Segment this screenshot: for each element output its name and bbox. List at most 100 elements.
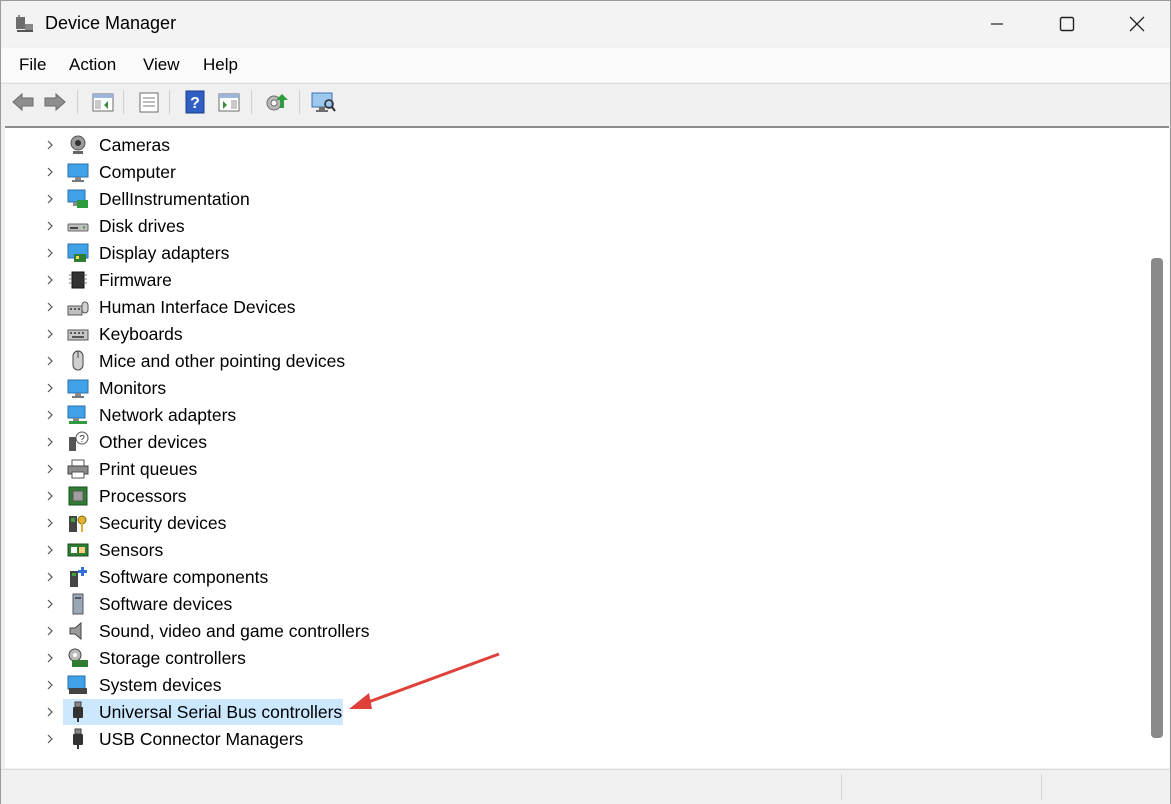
tree-item-label: Network adapters [99,405,237,425]
chevron-right-icon[interactable] [45,194,55,204]
tree-item-label: Sound, video and game controllers [99,621,370,641]
chevron-right-icon[interactable] [45,329,55,339]
properties-button[interactable] [135,88,163,116]
chevron-right-icon[interactable] [45,167,55,177]
chevron-right-icon[interactable] [45,383,55,393]
chevron-right-icon[interactable] [45,491,55,501]
tree-item[interactable]: Storage controllers [5,645,1145,672]
update-driver-button[interactable] [263,88,291,116]
processor-icon [68,486,88,506]
network-adapter-icon [67,405,87,424]
chevron-right-icon[interactable] [45,572,55,582]
tree-item-label: Universal Serial Bus controllers [99,702,343,722]
tree-item[interactable]: DellInstrumentation [5,186,1145,213]
back-button[interactable] [9,88,37,116]
action-pane-button[interactable] [215,88,243,116]
chevron-right-icon[interactable] [45,437,55,447]
tree-item-label: Other devices [99,432,207,452]
tree-item[interactable]: ? Other devices [5,429,1145,456]
scan-hardware-button[interactable] [309,88,337,116]
tree-item[interactable]: Display adapters [5,240,1145,267]
close-button[interactable] [1102,1,1171,47]
tree-item[interactable]: USB Connector Managers [5,726,1145,753]
chevron-right-icon[interactable] [45,356,55,366]
tree-item[interactable]: Universal Serial Bus controllers [5,699,1145,726]
tree-item-label: Storage controllers [99,648,246,668]
disk-drive-icon [67,223,89,232]
menu-action[interactable]: Action [67,55,118,75]
tree-item[interactable]: Firmware [5,267,1145,294]
toolbar-separator [169,90,170,114]
tree-item[interactable]: Sound, video and game controllers [5,618,1145,645]
show-hide-console-tree-icon [92,93,114,112]
usb-icon [73,701,83,722]
tree-item[interactable]: Cameras [5,132,1145,159]
chevron-right-icon[interactable] [45,302,55,312]
chip-icon [69,271,87,289]
show-hide-console-tree-button[interactable] [89,88,117,116]
device-manager-app-icon [16,15,33,32]
chevron-right-icon[interactable] [45,545,55,555]
status-divider [1041,774,1042,800]
monitor-icon [67,379,89,398]
chevron-right-icon[interactable] [45,518,55,528]
tree-item-label: Disk drives [99,216,185,236]
chevron-right-icon[interactable] [45,626,55,636]
properties-icon [139,92,159,113]
chevron-right-icon[interactable] [45,248,55,258]
title-bar[interactable]: Device Manager [1,1,1170,47]
menu-help[interactable]: Help [201,55,240,75]
tree-item[interactable]: Software devices [5,591,1145,618]
tree-item[interactable]: Mice and other pointing devices [5,348,1145,375]
toolbar-separator [251,90,252,114]
chevron-right-icon[interactable] [45,410,55,420]
tree-item[interactable]: Network adapters [5,402,1145,429]
tree-item-label: Human Interface Devices [99,297,296,317]
tree-item[interactable]: Keyboards [5,321,1145,348]
menu-bar: File Action View Help [1,48,1170,82]
chevron-right-icon[interactable] [45,464,55,474]
device-tree-pane[interactable]: Cameras Computer DellInstrumentation Disk d… [5,126,1169,768]
tree-item[interactable]: Disk drives [5,213,1145,240]
tree-item-label: System devices [99,675,222,695]
maximize-icon [1059,16,1075,32]
tree-item[interactable]: System devices [5,672,1145,699]
tree-item-label: Firmware [99,270,172,290]
menu-file[interactable]: File [17,55,48,75]
chevron-right-icon[interactable] [45,707,55,717]
minimize-icon [991,23,1003,25]
maximize-button[interactable] [1032,1,1102,47]
help-button[interactable]: ? [181,88,209,116]
chevron-right-icon[interactable] [45,734,55,744]
menu-view[interactable]: View [141,55,182,75]
tree-item-label: Cameras [99,135,170,155]
tree-item-label: Monitors [99,378,167,398]
vertical-scrollbar[interactable] [1151,258,1163,738]
chevron-right-icon[interactable] [45,680,55,690]
tree-item[interactable]: Print queues [5,456,1145,483]
tree-item[interactable]: Security devices [5,510,1145,537]
tree-item-label: USB Connector Managers [99,729,304,749]
annotation-arrow [349,652,500,709]
tree-item[interactable]: Processors [5,483,1145,510]
device-manager-window: Device Manager File Action View Help ? C… [0,0,1171,804]
forward-button[interactable] [41,88,69,116]
action-pane-icon [218,93,240,112]
hid-icon [67,301,89,316]
tree-item[interactable]: Monitors [5,375,1145,402]
tree-item-label: Print queues [99,459,198,479]
chevron-right-icon[interactable] [45,599,55,609]
forward-icon [44,92,66,112]
tree-item[interactable]: Human Interface Devices [5,294,1145,321]
tree-item[interactable]: Computer [5,159,1145,186]
minimize-button[interactable] [962,1,1032,47]
help-icon: ? [185,90,205,114]
chevron-right-icon[interactable] [45,221,55,231]
svg-text:?: ? [190,95,200,112]
chevron-right-icon[interactable] [45,275,55,285]
tree-item[interactable]: Sensors [5,537,1145,564]
tree-item[interactable]: Software components [5,564,1145,591]
chevron-right-icon[interactable] [45,140,55,150]
chevron-right-icon[interactable] [45,653,55,663]
tree-item-label: Software components [99,567,269,587]
